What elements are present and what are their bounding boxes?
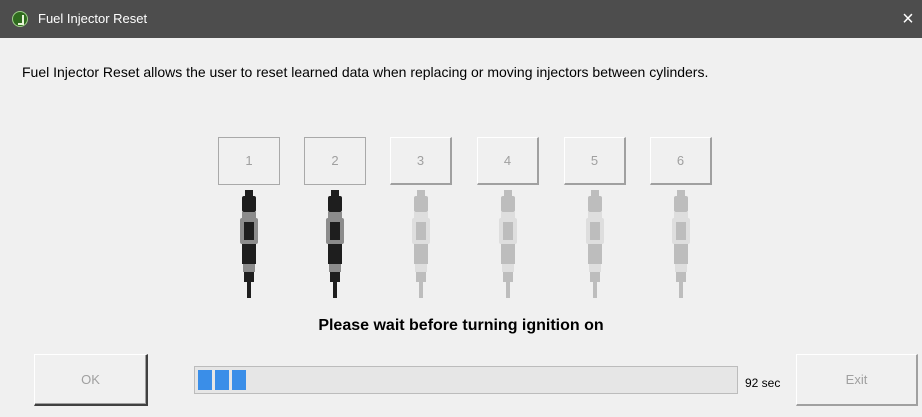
cylinder-button-4[interactable]: 4 — [477, 137, 539, 185]
injector-icon-2 — [326, 190, 344, 298]
close-button[interactable]: × — [894, 0, 922, 38]
window-title: Fuel Injector Reset — [38, 11, 148, 26]
title-bar: Fuel Injector Reset × — [0, 0, 922, 38]
cylinder-button-6[interactable]: 6 — [650, 137, 712, 185]
injector-icon-4 — [499, 190, 517, 298]
progress-segment — [215, 370, 229, 390]
status-message: Please wait before turning ignition on — [318, 317, 604, 334]
countdown-text: 92 sec — [745, 376, 781, 390]
cylinder-button-1[interactable]: 1 — [218, 137, 280, 185]
injector-icon-3 — [412, 190, 430, 298]
exit-button[interactable]: Exit — [796, 354, 918, 406]
injector-icon-5 — [586, 190, 604, 298]
progress-bar — [194, 366, 738, 394]
cylinder-button-2[interactable]: 2 — [304, 137, 366, 185]
progress-segment — [198, 370, 212, 390]
progress-fill — [198, 370, 246, 390]
injector-icon-6 — [672, 190, 690, 298]
progress-segment — [232, 370, 246, 390]
cylinder-button-5[interactable]: 5 — [564, 137, 626, 185]
description-text: Fuel Injector Reset allows the user to r… — [22, 64, 709, 80]
ok-button[interactable]: OK — [34, 354, 148, 406]
cylinder-button-3[interactable]: 3 — [390, 137, 452, 185]
app-icon — [12, 11, 28, 27]
injector-icon-1 — [240, 190, 258, 298]
